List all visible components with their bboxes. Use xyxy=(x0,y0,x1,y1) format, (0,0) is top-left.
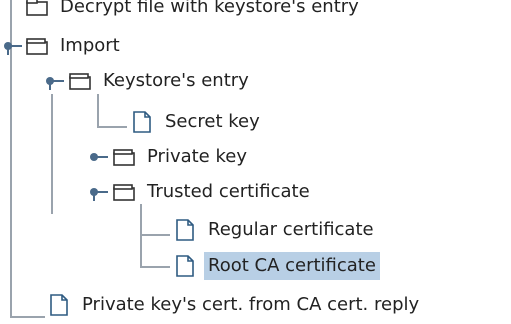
tree-item-label: Decrypt file with keystore's entry xyxy=(60,0,359,17)
tree-item-label-selected: Root CA certificate xyxy=(204,252,380,280)
tree-item-trusted-certificate[interactable]: Trusted certificate xyxy=(113,175,314,209)
guide-line xyxy=(97,94,99,127)
tree-item-label: Secret key xyxy=(165,111,260,132)
file-icon xyxy=(176,219,194,241)
expand-toggle-icon[interactable] xyxy=(88,182,108,202)
file-icon xyxy=(176,255,194,277)
tree-item-secret-key[interactable]: Secret key xyxy=(131,105,264,139)
guide-line xyxy=(10,52,12,317)
tree-item-regular-certificate[interactable]: Regular certificate xyxy=(174,213,378,247)
folder-icon xyxy=(26,0,48,16)
tree-item-root-ca-certificate[interactable]: Root CA certificate xyxy=(174,249,380,283)
guide-line xyxy=(10,316,45,318)
folder-icon xyxy=(26,38,48,55)
guide-line xyxy=(140,234,170,236)
file-icon xyxy=(50,294,68,316)
folder-icon xyxy=(113,149,135,166)
tree-item-label: Private key's cert. from CA cert. reply xyxy=(82,294,420,315)
tree-item-label: Private key xyxy=(147,146,247,167)
folder-icon xyxy=(69,73,91,90)
guide-line xyxy=(51,94,53,214)
tree-item-label: Trusted certificate xyxy=(147,181,310,202)
tree-view: Decrypt file with keystore's entry Impor… xyxy=(0,0,511,324)
tree-item-decrypt-file[interactable]: Decrypt file with keystore's entry xyxy=(26,0,363,24)
guide-line xyxy=(140,266,170,268)
tree-item-label: Regular certificate xyxy=(208,219,374,240)
expand-toggle-icon[interactable] xyxy=(88,147,108,167)
tree-item-label: Keystore's entry xyxy=(103,70,249,91)
guide-line xyxy=(97,126,127,128)
file-icon xyxy=(133,111,151,133)
expand-toggle-icon[interactable] xyxy=(2,36,22,56)
tree-item-private-key[interactable]: Private key xyxy=(113,140,251,174)
tree-item-import[interactable]: Import xyxy=(26,29,124,63)
tree-item-private-key-cert-reply[interactable]: Private key's cert. from CA cert. reply xyxy=(48,288,423,322)
tree-item-label: Import xyxy=(60,35,120,56)
folder-icon xyxy=(113,184,135,201)
expand-toggle-icon[interactable] xyxy=(44,71,64,91)
tree-item-keystore-entry[interactable]: Keystore's entry xyxy=(69,64,253,98)
